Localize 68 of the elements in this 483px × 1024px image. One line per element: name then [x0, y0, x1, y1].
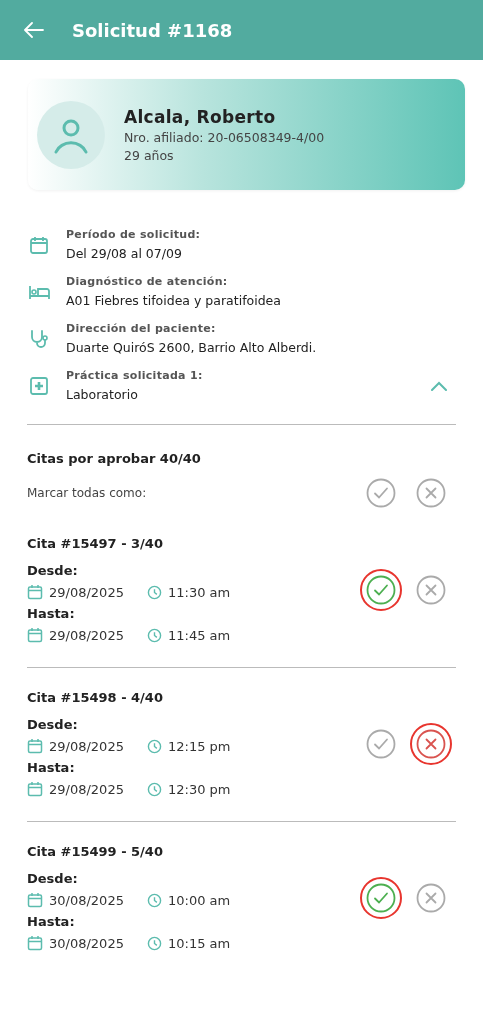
clock-icon [147, 584, 162, 600]
time-text: 10:15 am [168, 935, 231, 951]
clock-icon [147, 892, 162, 908]
calendar-icon [27, 738, 43, 754]
detail-value: A01 Fiebres tifoidea y paratifoidea [66, 293, 282, 308]
from-label: Desde: [27, 871, 79, 886]
date-text: 29/08/2025 [49, 627, 125, 643]
date-text: 29/08/2025 [49, 738, 125, 754]
patient-name: Alcala, Roberto [124, 106, 277, 127]
time-text: 12:30 pm [168, 781, 231, 797]
user-avatar-icon [36, 99, 106, 170]
bed-icon [28, 283, 50, 300]
detail-label: Dirección del paciente: [66, 322, 217, 335]
close-circle-icon [416, 728, 446, 759]
date-text: 29/08/2025 [49, 584, 125, 600]
date-text: 30/08/2025 [49, 935, 125, 951]
check-circle-icon [366, 882, 396, 913]
time-text: 11:30 am [168, 584, 231, 600]
appointment-title: Cita #15497 - 3/40 [27, 536, 164, 551]
calendar-icon [27, 584, 43, 600]
detail-value: Laboratorio [66, 387, 139, 402]
time-text: 12:15 pm [168, 738, 231, 754]
calendar-icon [27, 892, 43, 908]
mark-all-label: Marcar todas como: [27, 486, 147, 500]
to-label: Hasta: [27, 760, 76, 775]
patient-age: 29 años [124, 147, 175, 163]
page-title: Solicitud #1168 [72, 19, 233, 41]
clock-icon [147, 781, 162, 797]
detail-value: Duarte QuiróS 2600, Barrio Alto Alberdi. [66, 340, 318, 355]
calendar-icon [27, 935, 43, 951]
clock-icon [147, 627, 162, 643]
affiliate-number: Nro. afiliado: 20-06508349-4/00 [124, 129, 325, 145]
date-text: 30/08/2025 [49, 892, 125, 908]
close-circle-icon [416, 574, 446, 605]
time-text: 11:45 am [168, 627, 231, 643]
detail-value: Del 29/08 al 07/09 [66, 246, 183, 261]
reject-all-button[interactable] [416, 478, 446, 508]
to-label: Hasta: [27, 606, 76, 621]
chevron-up-icon [431, 380, 447, 391]
from-label: Desde: [27, 717, 79, 732]
close-circle-icon [416, 882, 446, 913]
time-text: 10:00 am [168, 892, 231, 908]
reject-button[interactable] [416, 882, 446, 913]
detail-label: Diagnóstico de atención: [66, 275, 229, 288]
to-label: Hasta: [27, 914, 76, 929]
medical-plus-icon [29, 375, 49, 396]
from-label: Desde: [27, 563, 79, 578]
detail-label: Período de solicitud: [66, 228, 202, 241]
approve-all-button[interactable] [366, 478, 396, 508]
calendar-icon [27, 781, 43, 797]
check-circle-icon [366, 728, 396, 759]
close-circle-icon [416, 478, 446, 508]
section-title: Citas por aprobar 40/40 [27, 451, 202, 466]
check-circle-icon [366, 478, 396, 508]
stethoscope-icon [29, 328, 49, 349]
appointment-title: Cita #15498 - 4/40 [27, 690, 164, 705]
calendar-icon [27, 627, 43, 643]
calendar-icon [29, 234, 49, 255]
reject-button[interactable] [416, 574, 446, 605]
clock-icon [147, 935, 162, 951]
back-arrow-icon [24, 22, 44, 38]
date-text: 29/08/2025 [49, 781, 125, 797]
detail-label: Práctica solicitada 1: [66, 369, 204, 382]
approve-button[interactable] [366, 728, 396, 759]
check-circle-icon [366, 574, 396, 605]
appointment-title: Cita #15499 - 5/40 [27, 844, 164, 859]
clock-icon [147, 738, 162, 754]
back-button[interactable] [24, 22, 44, 38]
